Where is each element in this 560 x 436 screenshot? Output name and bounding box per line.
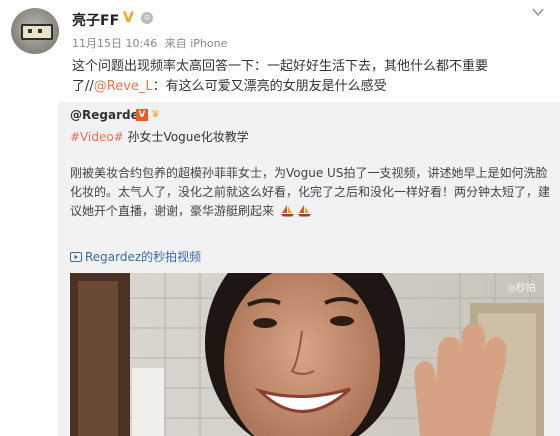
video-link-label: Regardez的秒拍视频 (85, 250, 202, 264)
video-thumbnail[interactable] (70, 273, 544, 436)
topic-tag[interactable]: #Video# (70, 130, 124, 144)
repost-body: 刚被美妆合约包养的超模孙菲菲女士，为Vogue US拍了一支视频，讲述她早上是如… (70, 164, 550, 221)
chevron-down-icon[interactable] (531, 4, 545, 18)
repost-username[interactable]: @Regardez (70, 108, 146, 122)
video-watermark: ◎秒拍 (507, 283, 536, 294)
post-timestamp[interactable]: 11月15日 10:46 (72, 37, 157, 50)
verified-icon: V (136, 109, 148, 121)
topic-text: 孙女士Vogue化妆教学 (123, 130, 249, 144)
post-text: 这个问题出现频率太高回答一下：一起好好生活下去，其他什么都不重要了//@Reve… (72, 57, 542, 97)
sailboat-emoji-icon (280, 205, 294, 217)
mention-link[interactable]: @Reve_L (94, 79, 153, 94)
play-video-icon (70, 252, 82, 262)
verified-icon: V (123, 10, 134, 26)
sailboat-emoji-icon (297, 205, 311, 217)
medal-icon[interactable]: ♔ (141, 12, 153, 24)
avatar-tv-image (21, 24, 53, 40)
medal-icon[interactable]: ♛ (151, 108, 169, 122)
post-username[interactable]: 亮子FF (72, 10, 119, 30)
video-link[interactable]: Regardez的秒拍视频 (70, 248, 201, 265)
post-text-tail: ：有这么可爱又漂亮的女朋友是什么感受 (152, 79, 387, 94)
source-prefix: 来自 (164, 37, 187, 50)
avatar[interactable] (11, 8, 59, 54)
repost-topic: #Video# 孙女士Vogue化妆教学 (70, 128, 249, 145)
post-meta: 11月15日 10:46 来自 iPhone (72, 35, 227, 51)
source-device[interactable]: iPhone (190, 37, 227, 50)
video-frame-image (70, 273, 544, 436)
